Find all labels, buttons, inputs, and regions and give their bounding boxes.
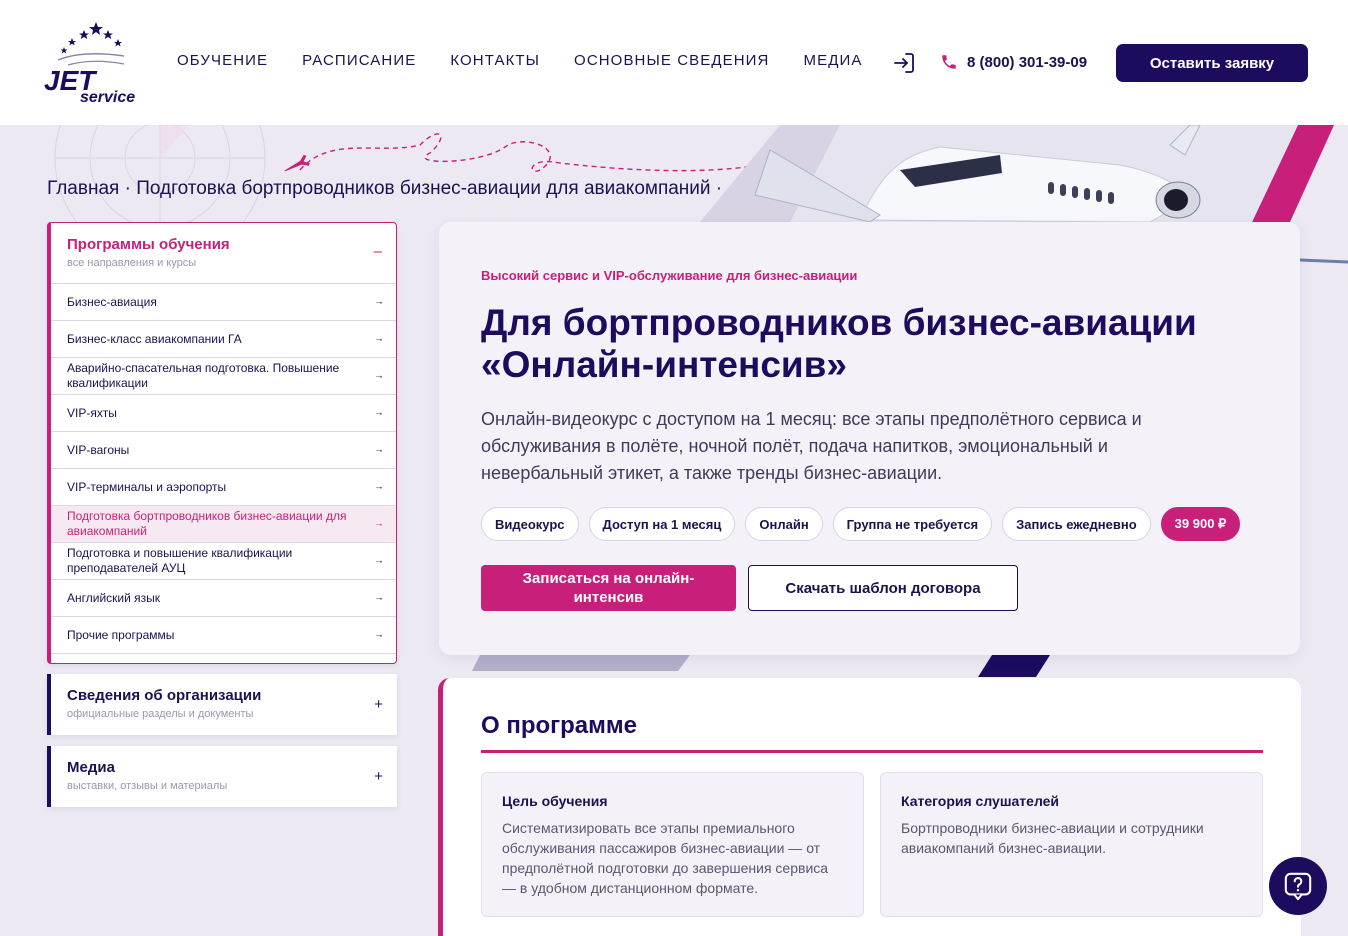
sidebar-program-item[interactable]: VIP-вагоны →: [51, 432, 396, 469]
sidebar-program-item[interactable]: Подготовка бортпроводников бизнес-авиаци…: [51, 506, 396, 543]
jet-service-logo[interactable]: JET service: [38, 20, 138, 106]
audience-card-text: Бортпроводники бизнес-авиации и сотрудни…: [901, 820, 1204, 856]
sidebar-program-label: Подготовка и повышение квалификации преп…: [67, 546, 293, 575]
expand-icon[interactable]: +: [374, 768, 383, 785]
sidebar-media-subtitle: выставки, отзывы и материалы: [67, 780, 228, 792]
tag-video-course: Видеокурс: [481, 507, 579, 541]
sidebar-program-label: Аварийно-спасательная подготовка. Повыше…: [67, 361, 340, 390]
phone-link[interactable]: 8 (800) 301-39-09: [940, 53, 1087, 71]
arrow-right-icon: →: [374, 296, 384, 308]
arrow-right-icon: →: [374, 370, 384, 382]
sidebar-program-item[interactable]: VIP-яхты →: [51, 395, 396, 432]
expand-icon[interactable]: +: [374, 696, 383, 713]
hero-card: Высокий сервис и VIP-обслуживание для би…: [439, 222, 1300, 655]
enroll-button[interactable]: Записаться на онлайн-интенсив: [481, 565, 736, 611]
goal-card-title: Цель обучения: [502, 793, 608, 809]
about-title: О программе: [481, 712, 638, 739]
logo-service-text: service: [80, 89, 135, 106]
arrow-right-icon: →: [374, 444, 384, 456]
sidebar-programs: Программы обучения все направления и кур…: [47, 222, 397, 664]
site-header: JET service ОБУЧЕНИЕ РАСПИСАНИЕ КОНТАКТЫ…: [0, 0, 1348, 125]
audience-card-title: Категория слушателей: [901, 793, 1060, 809]
sidebar-program-item[interactable]: Английский язык →: [51, 580, 396, 617]
sidebar-org-subtitle: официальные разделы и документы: [67, 708, 254, 720]
arrow-right-icon: →: [374, 518, 384, 530]
arrow-right-icon: →: [374, 555, 384, 567]
sidebar-org-title: Сведения об организации: [67, 687, 262, 704]
arrow-right-icon: →: [374, 407, 384, 419]
sidebar-media-title: Медиа: [67, 759, 115, 776]
about-divider: [481, 750, 1263, 753]
audience-card: Категория слушателей Бортпроводники бизн…: [880, 772, 1263, 917]
sidebar-program-label: Подготовка бортпроводников бизнес-авиаци…: [67, 509, 347, 538]
arrow-right-icon: →: [374, 629, 384, 641]
price-badge: 39 900 ₽: [1160, 507, 1241, 541]
sidebar-program-label: Прочие программы: [67, 627, 175, 642]
sidebar-program-item[interactable]: Аварийно-спасательная подготовка. Повыше…: [51, 358, 396, 395]
leave-request-button[interactable]: Оставить заявку: [1116, 44, 1308, 82]
breadcrumb[interactable]: Главная · Подготовка бортпроводников биз…: [47, 178, 722, 200]
nav-item-schedule[interactable]: РАСПИСАНИЕ: [302, 52, 416, 69]
small-plane-icon: [284, 154, 310, 172]
arrow-right-icon: →: [374, 481, 384, 493]
sidebar-program-label: Бизнес-авиация: [67, 294, 157, 309]
about-program: О программе Цель обучения Систематизиров…: [438, 678, 1301, 936]
tag-access-month: Доступ на 1 месяц: [588, 507, 736, 541]
tag-daily-enrollment: Запись ежедневно: [1002, 507, 1151, 541]
phone-icon: [942, 55, 956, 69]
sidebar-programs-title: Программы обучения: [67, 236, 230, 253]
sidebar-program-item[interactable]: Подготовка и повышение квалификации преп…: [51, 543, 396, 580]
collapse-icon[interactable]: –: [374, 243, 382, 260]
download-contract-button[interactable]: Скачать шаблон договора: [748, 565, 1018, 611]
sidebar-program-item[interactable]: Прочие программы →: [51, 617, 396, 654]
tag-no-group: Группа не требуется: [832, 507, 993, 541]
help-chat-button[interactable]: [1269, 857, 1327, 915]
arrow-right-icon: →: [374, 592, 384, 604]
question-chat-icon: [1284, 872, 1312, 901]
goal-card-text: Систематизировать все этапы премиального…: [502, 820, 829, 896]
nav-item-contacts[interactable]: КОНТАКТЫ: [450, 52, 540, 69]
nav-item-training[interactable]: ОБУЧЕНИЕ: [177, 52, 268, 69]
sidebar-program-label: Бизнес-класс авиакомпании ГА: [67, 331, 242, 346]
sidebar-program-item[interactable]: VIP-терминалы и аэропорты →: [51, 469, 396, 506]
sidebar-program-label: VIP-терминалы и аэропорты: [67, 479, 227, 494]
login-arrow-icon[interactable]: [892, 51, 916, 75]
sidebar-org-info[interactable]: Сведения об организации официальные разд…: [47, 674, 397, 735]
nav-item-basic-info[interactable]: ОСНОВНЫЕ СВЕДЕНИЯ: [574, 52, 769, 69]
sidebar-program-label: VIP-яхты: [67, 405, 117, 420]
hero-eyebrow: Высокий сервис и VIP-обслуживание для би…: [481, 268, 858, 283]
sidebar-programs-header[interactable]: Программы обучения все направления и кур…: [51, 223, 396, 284]
nav-item-media[interactable]: МЕДИА: [804, 52, 863, 69]
phone-number[interactable]: 8 (800) 301-39-09: [967, 54, 1087, 71]
logo-graphic: JET service: [44, 22, 135, 106]
hero-description: Онлайн-видеокурс с доступом на 1 месяц: …: [481, 409, 1142, 483]
sidebar-program-item[interactable]: Бизнес-авиация →: [51, 284, 396, 321]
arrow-right-icon: →: [374, 333, 384, 345]
tag-online: Онлайн: [745, 507, 823, 541]
sidebar-programs-subtitle: все направления и курсы: [67, 257, 197, 269]
main-nav: ОБУЧЕНИЕ РАСПИСАНИЕ КОНТАКТЫ ОСНОВНЫЕ СВ…: [177, 52, 896, 69]
sidebar-program-label: VIP-вагоны: [67, 442, 130, 457]
sidebar-media[interactable]: Медиа выставки, отзывы и материалы +: [47, 746, 397, 807]
course-tags: Видеокурс Доступ на 1 месяц Онлайн Групп…: [481, 507, 1250, 541]
program-list: Бизнес-авиация → Бизнес-класс авиакомпании…: [51, 284, 396, 654]
goal-card: Цель обучения Систематизировать все этап…: [481, 772, 864, 917]
page-title: Для бортпроводников бизнес-авиации «Онла…: [481, 302, 1197, 385]
sidebar-program-label: Английский язык: [67, 590, 161, 605]
sidebar-program-item[interactable]: Бизнес-класс авиакомпании ГА →: [51, 321, 396, 358]
